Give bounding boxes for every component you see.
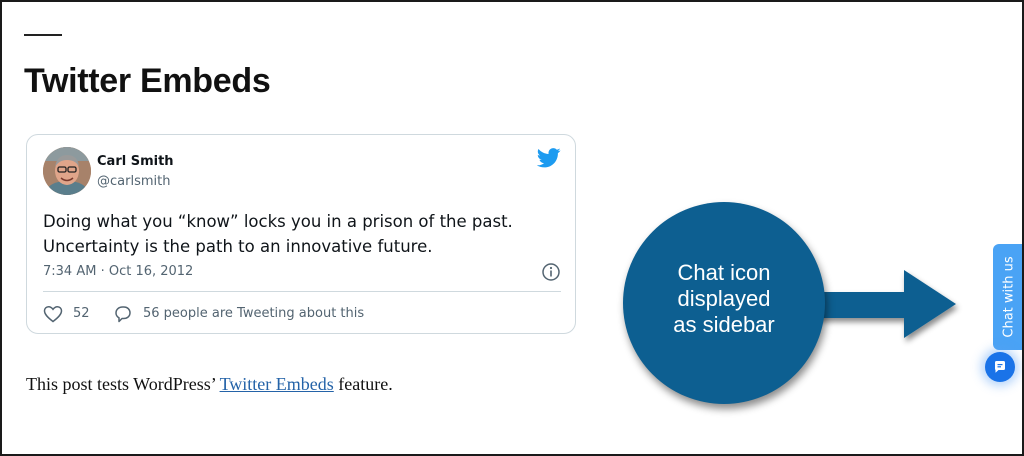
annotation-line: displayed <box>677 286 771 311</box>
avatar[interactable] <box>43 147 91 195</box>
annotation-callout: Chat icon displayed as sidebar <box>623 202 825 404</box>
annotation-line: Chat icon <box>677 260 771 285</box>
tweet-embed-card[interactable]: Carl Smith @carlsmith Doing what you “kn… <box>26 134 576 334</box>
post-text-after: feature. <box>333 374 393 394</box>
tweet-text-line: Doing what you “know” locks you in a pri… <box>43 212 513 231</box>
annotation-line: as sidebar <box>673 312 775 337</box>
twitter-embeds-link[interactable]: Twitter Embeds <box>220 374 334 394</box>
page-title: Twitter Embeds <box>24 62 271 100</box>
chat-tab-label[interactable]: Chat with us <box>1002 256 1017 337</box>
post-paragraph: This post tests WordPress’ Twitter Embed… <box>26 374 393 395</box>
tweet-divider <box>43 291 561 292</box>
page-frame: Twitter Embeds Carl Smith @carlsmith Doi… <box>0 0 1024 456</box>
chat-sidebar-tab[interactable]: Chat with us <box>993 244 1022 350</box>
title-separator <box>24 34 62 36</box>
reply-bubble-icon[interactable] <box>113 304 133 324</box>
annotation-arrow <box>808 270 956 338</box>
annotation-text: Chat icon displayed as sidebar <box>623 260 825 338</box>
info-icon[interactable] <box>541 262 561 282</box>
tweeting-about-link[interactable]: 56 people are Tweeting about this <box>143 306 364 321</box>
twitter-bird-icon[interactable] <box>537 147 561 169</box>
chat-button[interactable] <box>985 352 1015 382</box>
chat-bubble-icon <box>995 361 1005 373</box>
tweet-author-handle[interactable]: @carlsmith <box>97 174 170 189</box>
tweet-text-line: Uncertainty is the path to an innovative… <box>43 237 433 256</box>
tweet-timestamp[interactable]: 7:34 AM · Oct 16, 2012 <box>43 264 193 279</box>
tweet-author-name[interactable]: Carl Smith <box>97 154 174 169</box>
like-count[interactable]: 52 <box>73 306 90 321</box>
tweet-text: Doing what you “know” locks you in a pri… <box>43 209 563 259</box>
heart-icon[interactable] <box>43 305 63 323</box>
post-text-before: This post tests WordPress’ <box>26 374 220 394</box>
